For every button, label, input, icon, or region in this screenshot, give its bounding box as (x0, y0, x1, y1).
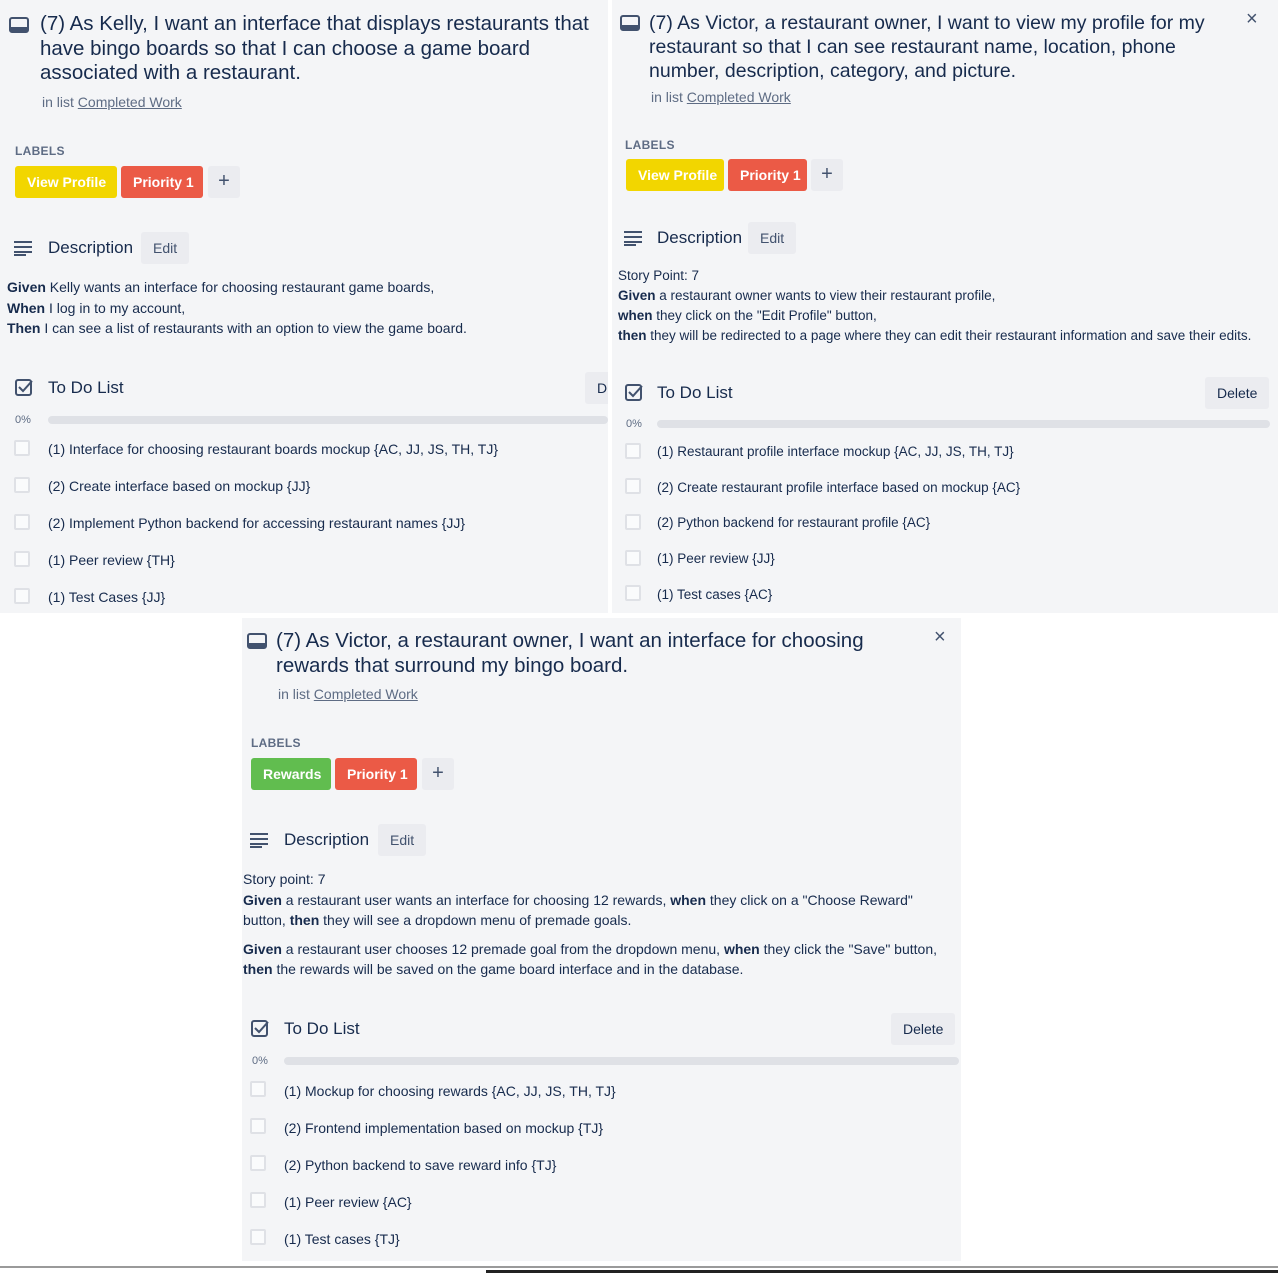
add-label-button[interactable]: + (208, 166, 240, 198)
checkbox[interactable] (14, 477, 30, 493)
checkbox[interactable] (250, 1118, 266, 1134)
checklist-item[interactable]: (1) Peer review {AC} (284, 1194, 412, 1210)
card-icon (9, 17, 29, 33)
card-title: (7) As Kelly, I want an interface that d… (40, 12, 589, 84)
list-link[interactable]: Completed Work (687, 89, 791, 105)
card-title: (7) As Victor, a restaurant owner, I wan… (649, 12, 1205, 82)
checklist-item[interactable]: (1) Test cases {AC} (657, 587, 772, 602)
checklist-icon (251, 1020, 269, 1037)
checklist-item[interactable]: (2) Python backend for restaurant profil… (657, 515, 930, 530)
progress-percent: 0% (626, 418, 642, 430)
description-icon (250, 833, 268, 848)
checkbox[interactable] (625, 585, 641, 601)
in-list-text: in list Completed Work (42, 94, 182, 110)
edit-description-button[interactable]: Edit (378, 824, 427, 856)
description-body: Story Point: 7 Given a restaurant owner … (618, 266, 1278, 346)
divider-line (486, 1270, 1278, 1273)
desc-line: Then I can see a list of restaurants wit… (7, 320, 467, 336)
checkbox[interactable] (250, 1081, 266, 1097)
desc-line: Given a restaurant owner wants to view t… (618, 288, 996, 303)
checklist-icon (15, 379, 33, 396)
checkbox[interactable] (625, 443, 641, 459)
desc-line: Given Kelly wants an interface for choos… (7, 279, 435, 295)
in-list-text: in list Completed Work (651, 89, 791, 105)
progress-percent: 0% (252, 1055, 268, 1067)
label-priority-1[interactable]: Priority 1 (121, 166, 203, 198)
checkbox[interactable] (14, 588, 30, 604)
label-rewards[interactable]: Rewards (251, 758, 331, 790)
checkbox[interactable] (625, 478, 641, 494)
progress-percent: 0% (15, 414, 31, 426)
desc-line: when they click on the "Edit Profile" bu… (618, 308, 877, 323)
in-list-text: in list Completed Work (278, 686, 418, 702)
checkbox[interactable] (250, 1229, 266, 1245)
labels-heading: LABELS (15, 144, 65, 158)
checkbox[interactable] (14, 551, 30, 567)
checklist-item[interactable]: (2) Implement Python backend for accessi… (48, 515, 465, 531)
label-priority-1[interactable]: Priority 1 (728, 159, 807, 191)
checkbox[interactable] (250, 1155, 266, 1171)
description-title: Description (48, 238, 134, 257)
progress-bar (657, 420, 1270, 428)
description-title: Description (284, 830, 370, 849)
todo-title: To Do List (657, 383, 733, 402)
delete-checklist-button[interactable]: Delete (1205, 377, 1270, 409)
card-icon (620, 15, 640, 31)
desc-line: then they will be redirected to a page w… (618, 328, 1252, 343)
checkbox[interactable] (625, 514, 641, 530)
desc-paragraph: Given a restaurant user wants an interfa… (243, 891, 913, 929)
edit-description-button[interactable]: Edit (748, 222, 797, 254)
checkbox[interactable] (14, 440, 30, 456)
progress-bar (284, 1057, 959, 1065)
checklist-item[interactable]: (2) Frontend implementation based on moc… (284, 1120, 603, 1136)
story-point: Story Point: 7 (618, 268, 700, 283)
list-link[interactable]: Completed Work (314, 686, 418, 702)
checklist-item[interactable]: (1) Peer review {TH} (48, 552, 175, 568)
close-icon[interactable]: × (1246, 9, 1258, 29)
description-icon (14, 241, 32, 256)
list-link[interactable]: Completed Work (78, 94, 182, 110)
checklist-icon (625, 384, 643, 401)
checkbox[interactable] (250, 1192, 266, 1208)
description-body: Given Kelly wants an interface for choos… (7, 277, 597, 339)
description-icon (624, 231, 642, 246)
checklist-item[interactable]: (2) Create restaurant profile interface … (657, 480, 1020, 495)
card-icon (247, 633, 267, 649)
card-title: (7) As Victor, a restaurant owner, I wan… (276, 629, 864, 677)
checkbox[interactable] (14, 514, 30, 530)
edit-description-button[interactable]: Edit (141, 232, 190, 264)
checklist-item[interactable]: (1) Restaurant profile interface mockup … (657, 444, 1014, 459)
checklist-item[interactable]: (1) Mockup for choosing rewards {AC, JJ,… (284, 1083, 616, 1099)
checklist-item[interactable]: (1) Peer review {JJ} (657, 551, 775, 566)
card-kelly-restaurants: (7) As Kelly, I want an interface that d… (0, 0, 608, 613)
desc-paragraph: Given a restaurant user chooses 12 prema… (243, 940, 937, 978)
add-label-button[interactable]: + (422, 758, 454, 790)
checklist-item[interactable]: (1) Test cases {TJ} (284, 1231, 400, 1247)
delete-checklist-button[interactable]: D (585, 372, 608, 404)
checklist-item[interactable]: (2) Python backend to save reward info {… (284, 1157, 556, 1173)
divider-line (0, 1266, 1278, 1268)
description-title: Description (657, 228, 743, 247)
labels-heading: LABELS (625, 138, 675, 152)
story-point: Story point: 7 (243, 871, 326, 887)
label-view-profile[interactable]: View Profile (15, 166, 117, 198)
todo-title: To Do List (284, 1019, 360, 1038)
labels-heading: LABELS (251, 736, 301, 750)
desc-line: When I log in to my account, (7, 299, 186, 316)
checklist-item[interactable]: (1) Interface for choosing restaurant bo… (48, 441, 498, 457)
label-priority-1[interactable]: Priority 1 (335, 758, 417, 790)
description-body: Story point: 7 Given a restaurant user w… (243, 869, 958, 980)
checklist-item[interactable]: (1) Test Cases {JJ} (48, 589, 165, 605)
card-victor-profile: (7) As Victor, a restaurant owner, I wan… (612, 0, 1278, 613)
todo-title: To Do List (48, 378, 124, 397)
close-icon[interactable]: × (934, 627, 946, 647)
delete-checklist-button[interactable]: Delete (891, 1013, 956, 1045)
progress-bar (48, 416, 608, 424)
card-victor-rewards: (7) As Victor, a restaurant owner, I wan… (242, 618, 961, 1261)
label-view-profile[interactable]: View Profile (626, 159, 724, 191)
checklist-item[interactable]: (2) Create interface based on mockup {JJ… (48, 478, 310, 494)
add-label-button[interactable]: + (811, 159, 843, 191)
checkbox[interactable] (625, 550, 641, 566)
